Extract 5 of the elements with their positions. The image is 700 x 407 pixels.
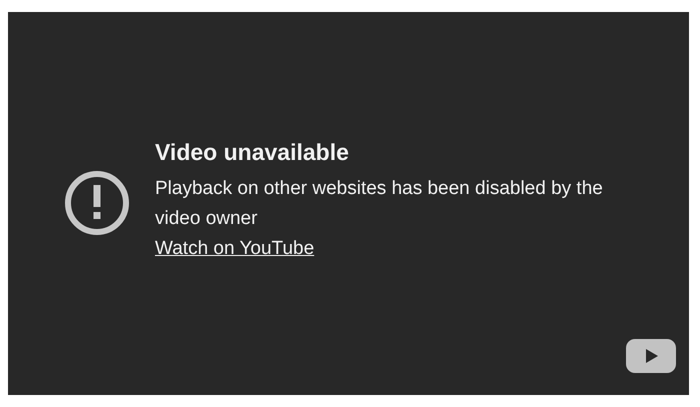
error-title: Video unavailable <box>155 138 350 167</box>
play-logo-icon[interactable] <box>626 339 676 373</box>
error-icon <box>64 170 130 236</box>
error-message: Playback on other websites has been disabled by the video owner <box>155 177 604 231</box>
watch-link[interactable]: Watch on YouTube <box>155 234 314 264</box>
